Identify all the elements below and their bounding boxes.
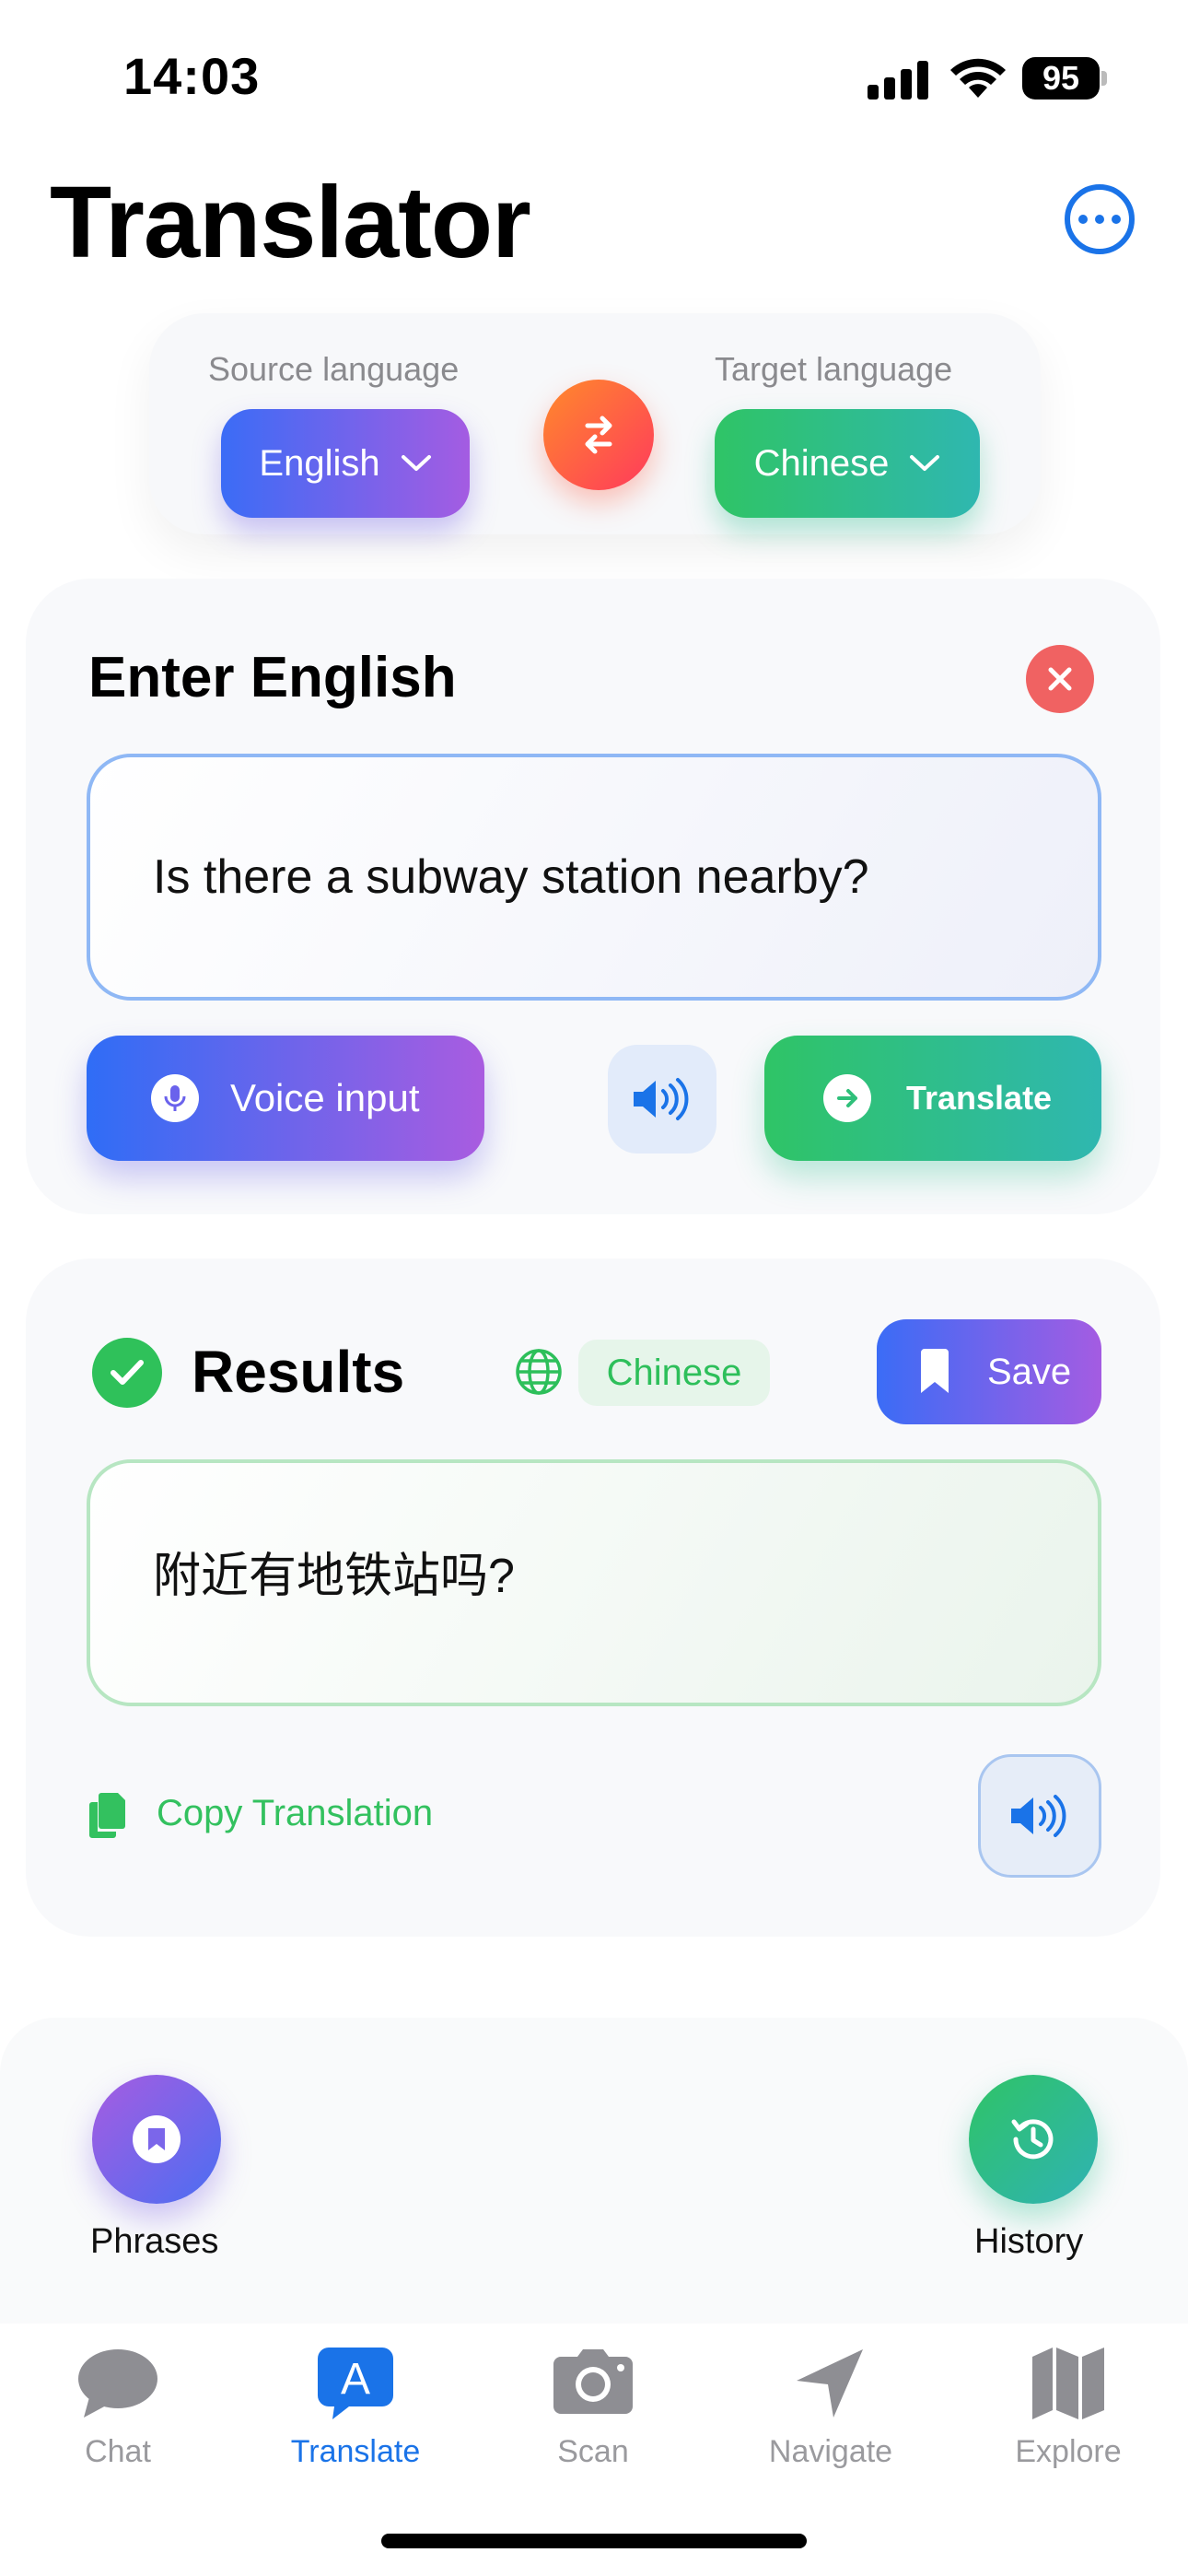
result-language-badge: Chinese [578,1340,770,1406]
target-language-value: Chinese [753,442,890,484]
page-title: Translator [50,166,531,279]
translation-output: 附近有地铁站吗? [87,1459,1101,1706]
tab-chat[interactable]: Chat [17,2346,219,2470]
history-label: History [974,2222,1084,2261]
tab-translate[interactable]: A Translate [254,2346,457,2470]
battery-icon: 95 [1022,57,1107,100]
arrow-right-icon [823,1074,871,1122]
results-title: Results [192,1339,405,1405]
svg-text:A: A [341,2355,370,2404]
source-language-dropdown[interactable]: English [221,409,470,518]
speaker-icon [634,1078,689,1120]
home-indicator [381,2534,807,2548]
globe-icon [516,1349,562,1395]
checkmark-icon [92,1338,162,1408]
tab-label: Scan [557,2434,629,2469]
camera-icon [553,2349,633,2414]
phrases-label: Phrases [90,2222,219,2261]
input-card-title: Enter English [88,646,457,709]
source-text-input[interactable]: Is there a subway station nearby? [87,754,1101,1001]
tab-label: Translate [290,2434,421,2469]
tab-explore[interactable]: Explore [967,2346,1170,2470]
speak-source-button[interactable] [608,1045,716,1153]
phrases-button[interactable] [92,2075,221,2204]
history-button[interactable] [969,2075,1098,2204]
source-language-value: English [259,442,380,484]
voice-input-button[interactable]: Voice input [87,1036,484,1161]
wifi-icon [950,58,1006,98]
translate-label: Translate [906,1079,1053,1117]
microphone-icon [151,1074,199,1122]
tab-scan[interactable]: Scan [492,2346,694,2470]
copy-translation-link[interactable]: Copy Translation [157,1793,433,1834]
tab-navigate[interactable]: Navigate [729,2346,932,2470]
chevron-down-icon [401,455,431,471]
speaker-icon [1011,1795,1066,1837]
map-icon [1032,2348,1104,2419]
status-time: 14:03 [123,47,261,105]
copy-document-icon[interactable] [88,1791,127,1839]
swap-arrows-icon [585,416,612,454]
location-arrow-icon [797,2349,863,2418]
ellipsis-circle-icon [1078,215,1088,224]
speak-translation-button[interactable] [978,1754,1101,1878]
more-options-button[interactable] [1065,184,1135,254]
cellular-signal-icon [868,61,928,100]
chat-bubble-icon [78,2349,157,2418]
save-label: Save [987,1351,1072,1392]
close-icon [1048,667,1072,691]
swap-languages-button[interactable] [543,380,654,490]
translate-button[interactable]: Translate [764,1036,1101,1161]
battery-level: 95 [1022,57,1100,100]
source-language-label: Source language [208,350,460,388]
voice-input-label: Voice input [230,1076,420,1119]
save-button[interactable]: Save [877,1319,1101,1424]
bookmark-icon [921,1349,949,1393]
translate-icon: A [318,2348,393,2419]
clear-input-button[interactable] [1026,645,1094,713]
target-language-dropdown[interactable]: Chinese [715,409,980,518]
chevron-down-icon [910,455,940,471]
tab-label: Chat [85,2434,151,2469]
history-clock-icon [1011,2119,1054,2160]
target-language-label: Target language [715,350,953,388]
bookmark-icon [133,2115,181,2163]
tab-label: Explore [1015,2434,1122,2469]
tab-label: Navigate [768,2434,893,2469]
